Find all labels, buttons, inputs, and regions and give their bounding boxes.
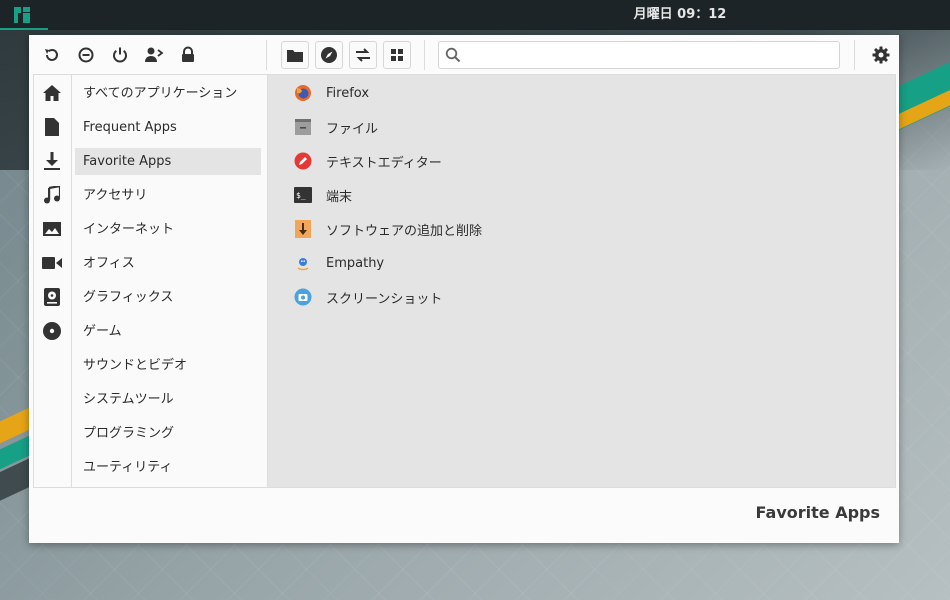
file-manager-button[interactable] <box>281 41 309 69</box>
category-favorite-apps[interactable]: Favorite Apps <box>75 148 261 175</box>
terminal-icon: $_ <box>294 186 312 204</box>
category-utilities[interactable]: ユーティリティ <box>75 454 261 481</box>
grid-icon <box>391 49 403 61</box>
category-system-tools[interactable]: システムツール <box>75 386 261 413</box>
category-accessories[interactable]: アクセサリ <box>75 182 261 209</box>
switch-user-button[interactable] <box>140 41 168 69</box>
drive-place[interactable] <box>42 287 62 307</box>
menu-body: すべてのアプリケーション Frequent Apps Favorite Apps… <box>33 74 896 488</box>
launcher-active-bar <box>0 28 48 30</box>
toolbar-divider <box>424 40 425 70</box>
lock-button[interactable] <box>174 41 202 69</box>
firefox-icon <box>294 84 312 102</box>
drive-icon <box>44 288 60 306</box>
empathy-icon <box>294 254 312 272</box>
search-box[interactable] <box>438 41 840 69</box>
current-category-title: Favorite Apps <box>755 503 880 522</box>
app-screenshot[interactable]: スクリーンショット <box>294 284 694 310</box>
home-place[interactable] <box>42 83 62 103</box>
category-sound-video[interactable]: サウンドとビデオ <box>75 352 261 379</box>
app-firefox[interactable]: Firefox <box>294 80 694 106</box>
category-games[interactable]: ゲーム <box>75 318 261 345</box>
app-label: スクリーンショット <box>326 291 443 307</box>
app-label: テキストエディター <box>326 155 442 171</box>
svg-text:$_: $_ <box>296 191 306 200</box>
switch-view-button[interactable] <box>349 41 377 69</box>
download-icon <box>44 152 60 170</box>
screenshot-icon <box>294 288 312 306</box>
logout-button[interactable] <box>72 41 100 69</box>
category-frequent-apps[interactable]: Frequent Apps <box>75 114 261 141</box>
app-label: 端末 <box>326 189 353 205</box>
settings-button[interactable] <box>867 41 895 69</box>
app-software[interactable]: ソフトウェアの追加と削除 <box>294 216 694 242</box>
files-icon <box>294 118 312 136</box>
app-list: Firefox ファイル テキストエディター $_ 端末 ソフトウェアの追加と削… <box>268 75 895 487</box>
disc-place[interactable] <box>42 321 62 341</box>
category-office[interactable]: オフィス <box>75 250 261 277</box>
panel-clock[interactable]: 月曜日 09：12 <box>620 0 740 30</box>
video-icon <box>42 257 62 269</box>
home-icon <box>43 85 61 101</box>
app-label: Firefox <box>326 85 370 101</box>
menu-launcher-button[interactable] <box>0 0 48 30</box>
manjaro-logo-icon <box>14 7 30 23</box>
switch-user-icon <box>145 47 164 62</box>
category-all-apps[interactable]: すべてのアプリケーション <box>75 80 261 107</box>
compass-icon <box>321 47 337 63</box>
app-label: Empathy <box>326 255 385 271</box>
software-icon <box>294 220 312 238</box>
text-editor-icon <box>294 152 312 170</box>
search-input[interactable] <box>465 42 833 66</box>
disc-icon <box>43 322 61 340</box>
downloads-place[interactable] <box>42 151 62 171</box>
app-label: ソフトウェアの追加と削除 <box>326 223 483 239</box>
search-icon <box>445 47 461 63</box>
category-programming[interactable]: プログラミング <box>75 420 261 447</box>
menu-toolbar <box>29 35 899 75</box>
switch-view-icon <box>356 48 370 62</box>
places-sidebar <box>34 75 72 487</box>
music-icon <box>44 186 60 204</box>
documents-place[interactable] <box>42 117 62 137</box>
refresh-button[interactable] <box>38 41 66 69</box>
category-list: すべてのアプリケーション Frequent Apps Favorite Apps… <box>72 75 304 487</box>
app-files[interactable]: ファイル <box>294 114 694 140</box>
toolbar-divider <box>854 40 855 70</box>
app-label: ファイル <box>326 121 379 137</box>
pictures-place[interactable] <box>42 219 62 239</box>
power-icon <box>113 47 127 63</box>
toolbar-divider <box>266 40 267 70</box>
category-internet[interactable]: インターネット <box>75 216 261 243</box>
app-text-editor[interactable]: テキストエディター <box>294 148 694 174</box>
refresh-icon <box>45 48 58 61</box>
category-graphics[interactable]: グラフィックス <box>75 284 261 311</box>
image-icon <box>43 222 61 236</box>
app-grid-button[interactable] <box>383 41 411 69</box>
app-terminal[interactable]: $_ 端末 <box>294 182 694 208</box>
gear-icon <box>872 46 890 64</box>
power-button[interactable] <box>106 41 134 69</box>
folder-icon <box>287 50 303 62</box>
application-menu: すべてのアプリケーション Frequent Apps Favorite Apps… <box>29 35 899 543</box>
document-icon <box>45 118 59 136</box>
lock-icon <box>182 46 194 62</box>
top-panel: 月曜日 09：12 <box>0 0 950 30</box>
videos-place[interactable] <box>42 253 62 273</box>
music-place[interactable] <box>42 185 62 205</box>
app-empathy[interactable]: Empathy <box>294 250 694 276</box>
minus-circle-icon <box>78 47 94 63</box>
browser-button[interactable] <box>315 41 343 69</box>
